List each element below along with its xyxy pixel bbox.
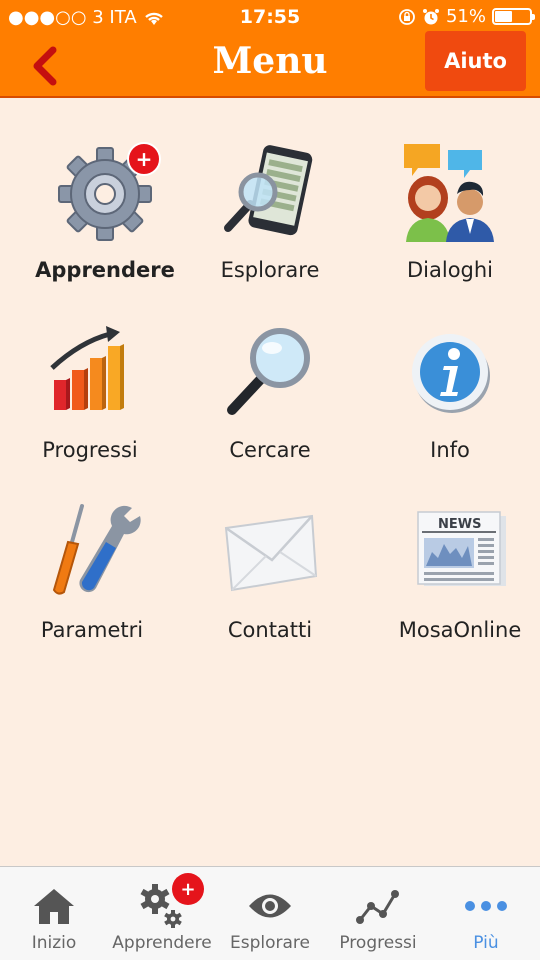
menu-item-esplorare[interactable]: Esplorare bbox=[180, 140, 360, 300]
tab-icon-wrap: + bbox=[138, 873, 204, 929]
alarm-icon bbox=[422, 8, 439, 24]
menu-item-label: Dialoghi bbox=[406, 258, 494, 282]
menu-item-progressi[interactable]: Progressi bbox=[0, 320, 180, 480]
menu-item-label: Progressi bbox=[42, 438, 138, 462]
help-button[interactable]: Aiuto bbox=[425, 31, 526, 91]
magnifier-icon bbox=[227, 328, 310, 415]
new-badge: + bbox=[127, 142, 161, 176]
tab-esplorare[interactable]: Esplorare bbox=[216, 867, 324, 960]
new-badge: + bbox=[172, 873, 204, 905]
menu-item-info[interactable]: Info bbox=[360, 320, 540, 480]
newspaper-icon: NEWS bbox=[417, 511, 506, 586]
tab-label: Esplorare bbox=[230, 933, 310, 953]
tab-icon-wrap bbox=[30, 883, 78, 929]
tab-icon-wrap bbox=[462, 883, 510, 929]
menu-item-contatti[interactable]: Contatti bbox=[180, 500, 360, 660]
menu-item-parametri[interactable]: Parametri bbox=[2, 500, 182, 660]
menu-icon-wrap bbox=[218, 320, 322, 424]
menu-icon-wrap bbox=[218, 140, 322, 244]
menu-item-dialoghi[interactable]: Dialoghi bbox=[360, 140, 540, 300]
menu-item-label: Parametri bbox=[40, 618, 144, 642]
tab-icon-wrap bbox=[246, 883, 294, 929]
tab-icon-wrap bbox=[354, 883, 402, 929]
battery-percent: 51% bbox=[445, 6, 486, 27]
navigation-bar: Menu Aiuto bbox=[0, 31, 540, 98]
tab-label: Più bbox=[473, 933, 499, 953]
tab-label: Apprendere bbox=[112, 933, 212, 953]
bar-chart-icon bbox=[50, 326, 124, 410]
phone-magnifier-icon bbox=[224, 145, 313, 236]
menu-icon-wrap: NEWS bbox=[408, 500, 512, 604]
rotation-lock-icon bbox=[399, 8, 415, 25]
menu-item-mosaonline[interactable]: NEWS MosaOnline bbox=[370, 500, 540, 660]
menu-icon-wrap: + bbox=[53, 140, 161, 244]
menu-item-apprendere[interactable]: + Apprendere bbox=[15, 140, 195, 300]
menu-icon-wrap bbox=[38, 320, 142, 424]
eye-icon bbox=[249, 894, 291, 918]
menu-icon-wrap bbox=[218, 500, 322, 604]
chevron-left-icon bbox=[33, 46, 57, 86]
more-icon bbox=[465, 901, 507, 911]
people-speech-icon bbox=[404, 144, 494, 242]
menu-item-cercare[interactable]: Cercare bbox=[180, 320, 360, 480]
tab-label: Inizio bbox=[31, 933, 77, 953]
menu-item-label: Esplorare bbox=[220, 258, 320, 282]
tab-apprendere[interactable]: + Apprendere bbox=[108, 867, 216, 960]
status-bar: ●●●○○ 3 ITA 17:55 51% bbox=[0, 0, 540, 34]
home-icon bbox=[34, 889, 74, 924]
tab-bar: Inizio + Apprendere Esplorare Progressi … bbox=[0, 866, 540, 960]
news-masthead: NEWS bbox=[438, 517, 481, 532]
menu-icon-wrap bbox=[398, 140, 502, 244]
line-chart-icon bbox=[356, 890, 399, 924]
tab-label: Progressi bbox=[339, 933, 417, 953]
battery-icon bbox=[492, 8, 535, 25]
tab-progressi[interactable]: Progressi bbox=[324, 867, 432, 960]
status-right: 51% bbox=[398, 6, 535, 27]
tab-piu[interactable]: Più bbox=[432, 867, 540, 960]
menu-item-label: Info bbox=[430, 438, 470, 462]
menu-icon-wrap bbox=[398, 320, 502, 424]
envelope-icon bbox=[224, 514, 318, 592]
tools-icon bbox=[52, 504, 141, 595]
menu-item-label: Apprendere bbox=[35, 258, 175, 282]
menu-item-label: Contatti bbox=[227, 618, 313, 642]
back-button[interactable] bbox=[22, 42, 66, 90]
tab-inizio[interactable]: Inizio bbox=[0, 867, 108, 960]
info-icon bbox=[412, 334, 490, 413]
menu-item-label: Cercare bbox=[229, 438, 311, 462]
menu-item-label: MosaOnline bbox=[398, 618, 522, 642]
menu-icon-wrap bbox=[40, 500, 144, 604]
